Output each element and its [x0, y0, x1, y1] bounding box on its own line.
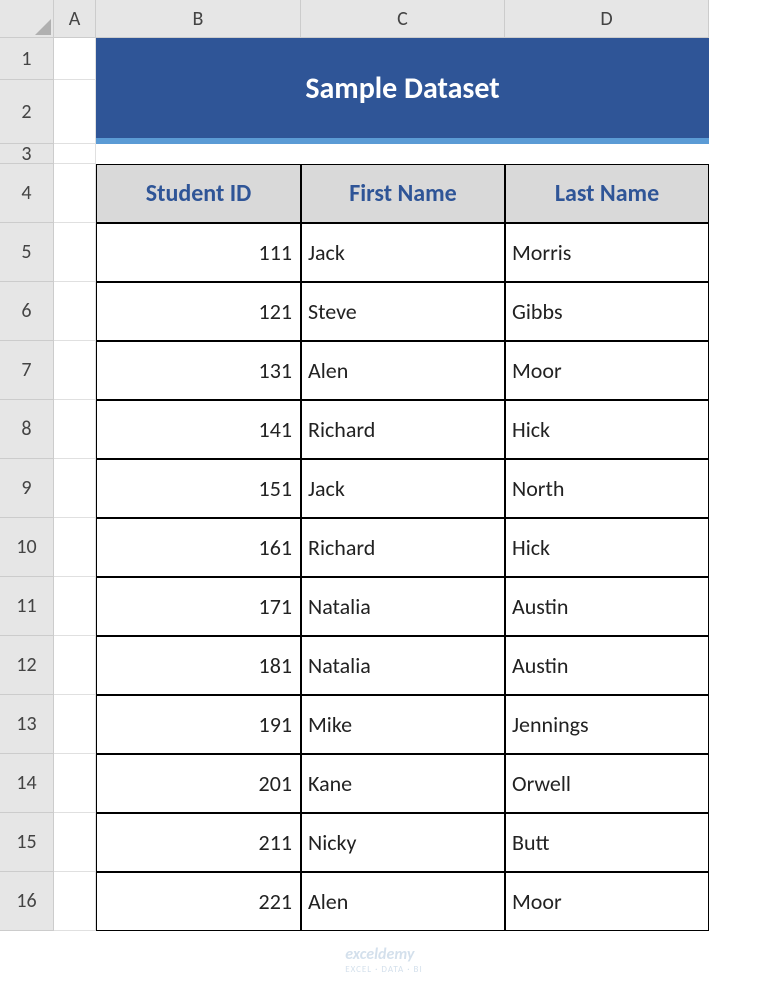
- header-last-name[interactable]: Last Name: [505, 164, 709, 223]
- header-first-name[interactable]: First Name: [301, 164, 505, 223]
- col-header-A[interactable]: A: [54, 0, 96, 38]
- cell-first-name[interactable]: Richard: [301, 400, 505, 459]
- row-header-9[interactable]: 9: [0, 459, 54, 518]
- cell-student-id[interactable]: 171: [96, 577, 301, 636]
- cell-last-name[interactable]: Morris: [505, 223, 709, 282]
- cell-A2[interactable]: [54, 80, 96, 144]
- row-header-4[interactable]: 4: [0, 164, 54, 223]
- row-header-3[interactable]: 3: [0, 144, 54, 164]
- cell-first-name[interactable]: Natalia: [301, 577, 505, 636]
- select-all-triangle-icon: [35, 19, 51, 35]
- cell-last-name[interactable]: Butt: [505, 813, 709, 872]
- row-header-5[interactable]: 5: [0, 223, 54, 282]
- cell-student-id[interactable]: 201: [96, 754, 301, 813]
- cell-last-name[interactable]: Austin: [505, 636, 709, 695]
- cell-A9[interactable]: [54, 459, 96, 518]
- cell-A16[interactable]: [54, 872, 96, 931]
- row-header-1[interactable]: 1: [0, 38, 54, 80]
- cell-A8[interactable]: [54, 400, 96, 459]
- cell-student-id[interactable]: 121: [96, 282, 301, 341]
- cell-last-name[interactable]: Gibbs: [505, 282, 709, 341]
- watermark-sub: EXCEL · DATA · BI: [345, 964, 422, 975]
- cell-student-id[interactable]: 161: [96, 518, 301, 577]
- cell-A10[interactable]: [54, 518, 96, 577]
- cell-A4[interactable]: [54, 164, 96, 223]
- cell-student-id[interactable]: 111: [96, 223, 301, 282]
- col-header-C[interactable]: C: [301, 0, 505, 38]
- cell-student-id[interactable]: 131: [96, 341, 301, 400]
- title-cell[interactable]: Sample Dataset: [96, 38, 709, 144]
- row-header-8[interactable]: 8: [0, 400, 54, 459]
- cell-A15[interactable]: [54, 813, 96, 872]
- cell-last-name[interactable]: Moor: [505, 872, 709, 931]
- col-header-B[interactable]: B: [96, 0, 301, 38]
- cell-student-id[interactable]: 191: [96, 695, 301, 754]
- watermark-main: exceldemy: [345, 945, 414, 964]
- row-header-14[interactable]: 14: [0, 754, 54, 813]
- cell-first-name[interactable]: Steve: [301, 282, 505, 341]
- cell-first-name[interactable]: Jack: [301, 459, 505, 518]
- cell-first-name[interactable]: Jack: [301, 223, 505, 282]
- cell-A5[interactable]: [54, 223, 96, 282]
- row-header-12[interactable]: 12: [0, 636, 54, 695]
- cell-first-name[interactable]: Natalia: [301, 636, 505, 695]
- cell-last-name[interactable]: Hick: [505, 400, 709, 459]
- row-header-6[interactable]: 6: [0, 282, 54, 341]
- cell-A1[interactable]: [54, 38, 96, 80]
- cell-first-name[interactable]: Alen: [301, 341, 505, 400]
- row-header-15[interactable]: 15: [0, 813, 54, 872]
- cell-student-id[interactable]: 211: [96, 813, 301, 872]
- cell-first-name[interactable]: Alen: [301, 872, 505, 931]
- row-header-10[interactable]: 10: [0, 518, 54, 577]
- row-header-11[interactable]: 11: [0, 577, 54, 636]
- cell-A7[interactable]: [54, 341, 96, 400]
- cell-last-name[interactable]: North: [505, 459, 709, 518]
- cell-first-name[interactable]: Mike: [301, 695, 505, 754]
- select-all-corner[interactable]: [0, 0, 54, 38]
- cell-student-id[interactable]: 221: [96, 872, 301, 931]
- cell-last-name[interactable]: Hick: [505, 518, 709, 577]
- cell-A11[interactable]: [54, 577, 96, 636]
- row-header-7[interactable]: 7: [0, 341, 54, 400]
- spreadsheet-grid: A B C D 1 2 3 4 5 6 7 8 9 10 11 12 13 14…: [0, 0, 768, 931]
- cell-last-name[interactable]: Austin: [505, 577, 709, 636]
- cell-student-id[interactable]: 181: [96, 636, 301, 695]
- cell-A12[interactable]: [54, 636, 96, 695]
- cell-A13[interactable]: [54, 695, 96, 754]
- cell-student-id[interactable]: 141: [96, 400, 301, 459]
- row-header-16[interactable]: 16: [0, 872, 54, 931]
- cell-first-name[interactable]: Richard: [301, 518, 505, 577]
- cell-last-name[interactable]: Moor: [505, 341, 709, 400]
- cell-A6[interactable]: [54, 282, 96, 341]
- header-student-id[interactable]: Student ID: [96, 164, 301, 223]
- watermark: exceldemy EXCEL · DATA · BI: [345, 945, 422, 975]
- row-header-13[interactable]: 13: [0, 695, 54, 754]
- cell-last-name[interactable]: Jennings: [505, 695, 709, 754]
- cell-first-name[interactable]: Nicky: [301, 813, 505, 872]
- row-header-2[interactable]: 2: [0, 80, 54, 144]
- cell-student-id[interactable]: 151: [96, 459, 301, 518]
- cell-first-name[interactable]: Kane: [301, 754, 505, 813]
- cell-last-name[interactable]: Orwell: [505, 754, 709, 813]
- cell-A14[interactable]: [54, 754, 96, 813]
- cell-A3[interactable]: [54, 144, 96, 164]
- col-header-D[interactable]: D: [505, 0, 709, 38]
